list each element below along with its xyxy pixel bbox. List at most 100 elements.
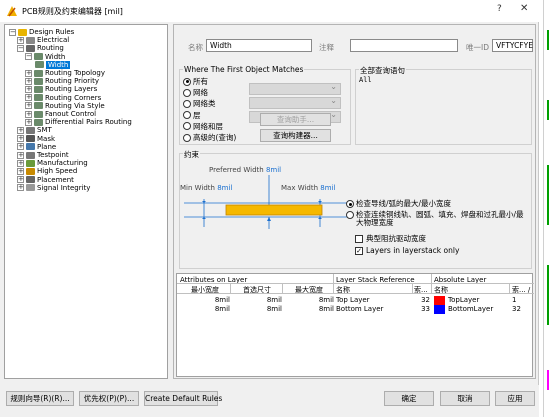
net-dropdown[interactable]: [249, 82, 341, 95]
tree-item-label: Differential Pairs Routing: [45, 118, 132, 127]
full-query-title: 全部查询语句: [359, 65, 406, 76]
tree-item-routing-via-style[interactable]: + Routing Via Style: [25, 102, 105, 110]
radio-circle[interactable]: [346, 200, 354, 208]
apply-button[interactable]: 应用: [495, 391, 535, 406]
radio-circle[interactable]: [183, 77, 191, 86]
cell-absolute-layer-name: BottomLayer: [448, 305, 494, 313]
tree-item-routing-layers[interactable]: + Routing Layers: [25, 85, 97, 93]
preferred-width-label: Preferred Width 8mil: [209, 166, 282, 174]
tree-item-testpoint[interactable]: + Testpoint: [17, 151, 69, 159]
tree-toggle-icon[interactable]: +: [25, 77, 32, 85]
tree-item-plane[interactable]: + Plane: [17, 143, 56, 151]
checkbox-box[interactable]: [355, 234, 363, 243]
tree-item-width[interactable]: Width: [35, 60, 71, 69]
cancel-button[interactable]: 取消: [440, 391, 490, 406]
tree-item-label: Testpoint: [37, 151, 69, 159]
tree-item-differential-pairs-routing[interactable]: + Differential Pairs Routing: [25, 118, 132, 126]
tree-item-design-rules[interactable]: − Design Rules: [9, 28, 74, 36]
layers-only-checkbox[interactable]: ✓ Layers in layerstack only: [355, 246, 459, 255]
tree-item-manufacturing[interactable]: + Manufacturing: [17, 159, 88, 167]
tree-toggle-icon[interactable]: +: [17, 126, 24, 134]
tree-item-routing-topology[interactable]: + Routing Topology: [25, 69, 105, 77]
tree-item-placement[interactable]: + Placement: [17, 176, 74, 184]
match-option-radio[interactable]: 网络: [183, 87, 208, 98]
tree-toggle-icon[interactable]: +: [25, 85, 32, 93]
priorities-button[interactable]: 优先权(P)(P)...: [79, 391, 139, 406]
tree-item-routing-priority[interactable]: + Routing Priority: [25, 77, 99, 85]
tree-item-label: High Speed: [37, 167, 78, 176]
layer-color-swatch: [434, 305, 445, 314]
query-builder-button[interactable]: 查询构建器...: [260, 129, 331, 142]
tree-item-label: Routing Priority: [45, 77, 99, 86]
tree-item-label: Routing Via Style: [45, 101, 105, 110]
pcb-rules-icon: [7, 6, 17, 17]
create-default-rules-button[interactable]: Create Default Rules: [144, 391, 222, 406]
tree-item-label: Routing Corners: [45, 93, 102, 102]
unique-id-input[interactable]: VFTYCFYE: [492, 39, 533, 52]
tree-item-signal-integrity[interactable]: + Signal Integrity: [17, 184, 90, 192]
tree-item-electrical[interactable]: + Electrical: [17, 36, 69, 44]
tree-toggle-icon[interactable]: +: [17, 135, 24, 143]
tree-item-label: Placement: [37, 175, 74, 184]
preferred-width-value[interactable]: 8mil: [266, 166, 281, 174]
impedance-width-checkbox[interactable]: 典型阻抗驱动宽度: [355, 233, 426, 244]
radio-circle[interactable]: [183, 133, 191, 142]
folder-icon: [18, 28, 27, 36]
netclass-dropdown[interactable]: [249, 96, 341, 109]
match-option-radio[interactable]: 高级的(查询): [183, 132, 236, 143]
width-check-radio[interactable]: 检查导线/弧的最大/最小宽度: [346, 200, 526, 208]
unique-id-label: 唯一ID: [466, 43, 489, 52]
radio-circle[interactable]: [183, 111, 191, 120]
tree-toggle-icon[interactable]: +: [17, 167, 24, 175]
radio-circle[interactable]: [346, 211, 354, 219]
tree-toggle-icon[interactable]: −: [25, 53, 32, 61]
tree-toggle-icon[interactable]: +: [17, 36, 24, 44]
title-bar: PCB规则及约束编辑器 [mil] ? ✕: [0, 0, 539, 22]
radio-circle[interactable]: [183, 99, 191, 108]
match-option-radio[interactable]: 网络类: [183, 98, 216, 109]
tree-item-routing-corners[interactable]: + Routing Corners: [25, 94, 101, 102]
rules-tree[interactable]: − Design Rules + Electrical − Routing − Width Wi…: [4, 24, 168, 379]
tree-item-high-speed[interactable]: + High Speed: [17, 167, 77, 175]
tree-toggle-icon[interactable]: +: [17, 143, 24, 151]
tree-toggle-icon[interactable]: −: [9, 28, 16, 36]
match-option-label: 网络和层: [193, 121, 223, 131]
tree-toggle-icon[interactable]: +: [17, 151, 24, 159]
placement-icon: [26, 176, 35, 184]
match-option-radio[interactable]: 网络和层: [183, 121, 223, 132]
tree-toggle-icon[interactable]: +: [17, 176, 24, 184]
tree-item-label: Design Rules: [29, 28, 75, 36]
tree-toggle-icon[interactable]: +: [17, 184, 24, 192]
radio-circle[interactable]: [183, 122, 191, 131]
tree-toggle-icon[interactable]: +: [25, 118, 32, 126]
name-input[interactable]: Width: [206, 39, 312, 52]
checkbox-box[interactable]: ✓: [355, 246, 363, 255]
tree-item-width[interactable]: − Width: [25, 53, 65, 61]
comment-input[interactable]: [350, 39, 458, 52]
tree-toggle-icon[interactable]: +: [25, 102, 32, 110]
rule-icon: [34, 102, 43, 110]
close-button[interactable]: ✕: [520, 3, 528, 14]
radio-circle[interactable]: [183, 88, 191, 97]
ok-button[interactable]: 确定: [384, 391, 434, 406]
tree-item-fanout-control[interactable]: + Fanout Control: [25, 110, 96, 118]
signal-icon: [26, 184, 35, 192]
query-helper-button[interactable]: 查询助手...: [260, 113, 331, 126]
rules-wizard-button[interactable]: 规则向导(R)(R)...: [6, 391, 74, 406]
tree-toggle-icon[interactable]: +: [17, 159, 24, 167]
cell-layer-name: Bottom Layer: [336, 305, 384, 313]
cell-max-width: 8mil: [318, 305, 334, 313]
tree-toggle-icon[interactable]: +: [25, 94, 32, 102]
full-query-text: All: [359, 76, 372, 84]
help-button[interactable]: ?: [497, 4, 502, 14]
cell-min-width: 8mil: [214, 305, 230, 313]
tree-toggle-icon[interactable]: +: [25, 110, 32, 118]
tree-item-routing[interactable]: − Routing: [17, 44, 64, 52]
tree-toggle-icon[interactable]: −: [17, 44, 24, 52]
match-option-radio[interactable]: 所有: [183, 76, 208, 87]
rule-icon: [34, 85, 43, 93]
tree-toggle-icon[interactable]: +: [25, 69, 32, 77]
width-check-radio[interactable]: 检查连续铜线轨、圆弧、填充、焊盘和过孔最小/最大物理宽度: [346, 211, 526, 227]
cell-layer-index: 32: [421, 296, 430, 304]
match-option-radio[interactable]: 层: [183, 110, 201, 121]
